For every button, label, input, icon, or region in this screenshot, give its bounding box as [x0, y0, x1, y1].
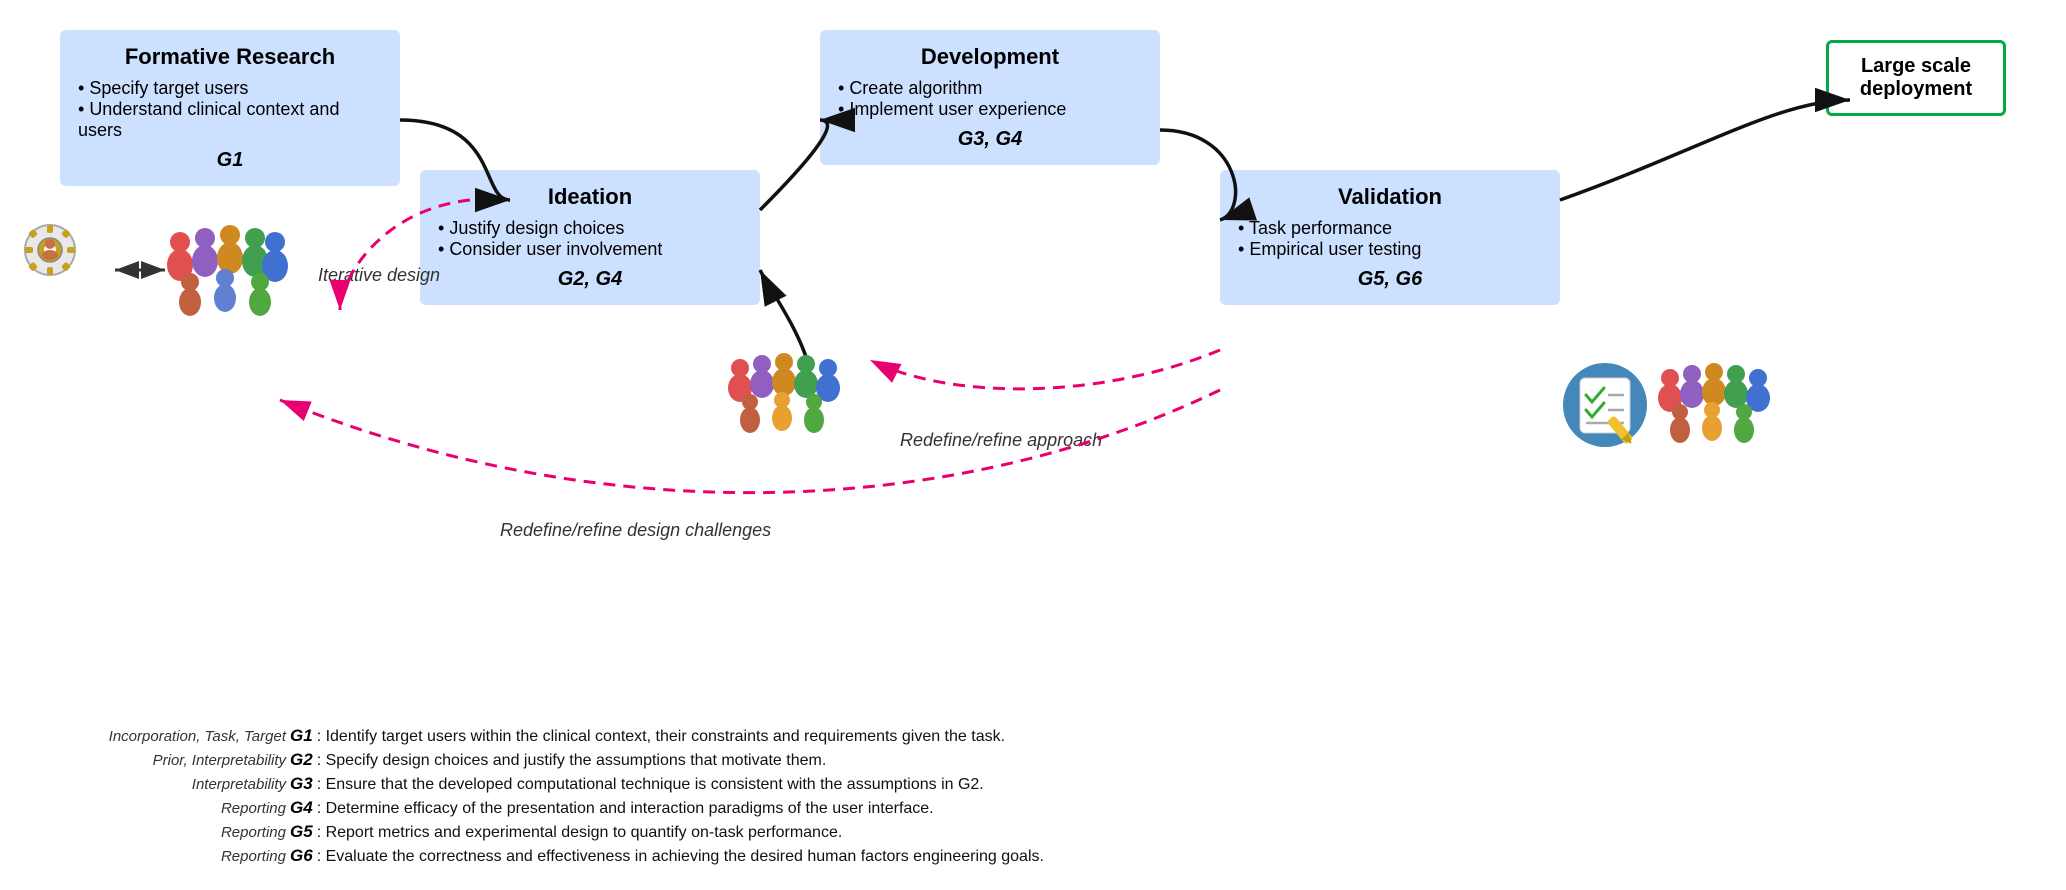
researcher-icon	[20, 220, 110, 310]
legend-row-g2: Prior, Interpretability G2 : Specify des…	[30, 750, 2036, 770]
legend-g2-desc: : Specify design choices and justify the…	[317, 752, 827, 770]
formative-title: Formative Research	[78, 44, 382, 70]
legend-row-g6: Reporting G6 : Evaluate the correctness …	[30, 846, 2036, 866]
legend-row-g3: Interpretability G3 : Ensure that the de…	[30, 774, 2036, 794]
formative-bullet-2: Understand clinical context and users	[78, 99, 382, 141]
legend-g6-italic: Reporting	[30, 848, 290, 865]
legend: Incorporation, Task, Target G1 : Identif…	[30, 726, 2036, 870]
development-title: Development	[838, 44, 1142, 70]
legend-g1-italic: Incorporation, Task, Target	[30, 728, 290, 745]
people-group-right	[1650, 360, 1770, 455]
deployment-title: Large scale deployment	[1860, 55, 1972, 100]
development-bullet-2: Implement user experience	[838, 99, 1142, 120]
ideation-bullet-2: Consider user involvement	[438, 239, 742, 260]
researcher-icon-group	[20, 220, 110, 315]
development-goal: G3, G4	[838, 128, 1142, 151]
ideation-bullet-1: Justify design choices	[438, 218, 742, 239]
legend-g1-desc: : Identify target users within the clini…	[317, 728, 1005, 746]
legend-row-g4: Reporting G4 : Determine efficacy of the…	[30, 798, 2036, 818]
formative-goal: G1	[78, 149, 382, 172]
iterative-design-label: Iterative design	[318, 265, 440, 286]
checklist-icon-group	[1560, 360, 1650, 455]
formative-research-box: Formative Research Specify target users …	[60, 30, 400, 186]
legend-row-g1: Incorporation, Task, Target G1 : Identif…	[30, 726, 2036, 746]
diagram-container: Formative Research Specify target users …	[0, 0, 2066, 890]
legend-g3-desc: : Ensure that the developed computationa…	[317, 776, 984, 794]
legend-row-g5: Reporting G5 : Report metrics and experi…	[30, 822, 2036, 842]
ideation-goal: G2, G4	[438, 268, 742, 291]
validation-bullets: Task performance Empirical user testing	[1238, 218, 1542, 260]
redefine-design-label: Redefine/refine design challenges	[500, 520, 771, 541]
validation-bullet-1: Task performance	[1238, 218, 1542, 239]
legend-g5-desc: : Report metrics and experimental design…	[317, 824, 843, 842]
deployment-box: Large scale deployment	[1826, 40, 2006, 116]
redefine-approach-label: Redefine/refine approach	[900, 430, 1102, 451]
legend-g6-label: G6	[290, 846, 313, 866]
legend-g4-label: G4	[290, 798, 313, 818]
legend-g3-label: G3	[290, 774, 313, 794]
legend-g3-italic: Interpretability	[30, 776, 290, 793]
ideation-title: Ideation	[438, 184, 742, 210]
legend-g4-desc: : Determine efficacy of the presentation…	[317, 800, 934, 818]
people-group-left	[160, 220, 290, 325]
people-left-icon	[160, 220, 290, 320]
legend-g5-label: G5	[290, 822, 313, 842]
development-bullets: Create algorithm Implement user experien…	[838, 78, 1142, 120]
legend-g5-italic: Reporting	[30, 824, 290, 841]
people-group-center	[720, 350, 840, 445]
formative-bullet-1: Specify target users	[78, 78, 382, 99]
formative-bullets: Specify target users Understand clinical…	[78, 78, 382, 141]
ideation-box: Ideation Justify design choices Consider…	[420, 170, 760, 305]
validation-goal: G5, G6	[1238, 268, 1542, 291]
ideation-bullets: Justify design choices Consider user inv…	[438, 218, 742, 260]
legend-g1-label: G1	[290, 726, 313, 746]
validation-box: Validation Task performance Empirical us…	[1220, 170, 1560, 305]
legend-g2-italic: Prior, Interpretability	[30, 752, 290, 769]
checklist-icon	[1560, 360, 1650, 450]
development-box: Development Create algorithm Implement u…	[820, 30, 1160, 165]
validation-bullet-2: Empirical user testing	[1238, 239, 1542, 260]
legend-g4-italic: Reporting	[30, 800, 290, 817]
legend-g2-label: G2	[290, 750, 313, 770]
people-right-icon	[1650, 360, 1770, 450]
legend-g6-desc: : Evaluate the correctness and effective…	[317, 848, 1044, 866]
people-center-icon	[720, 350, 840, 440]
development-bullet-1: Create algorithm	[838, 78, 1142, 99]
validation-title: Validation	[1238, 184, 1542, 210]
